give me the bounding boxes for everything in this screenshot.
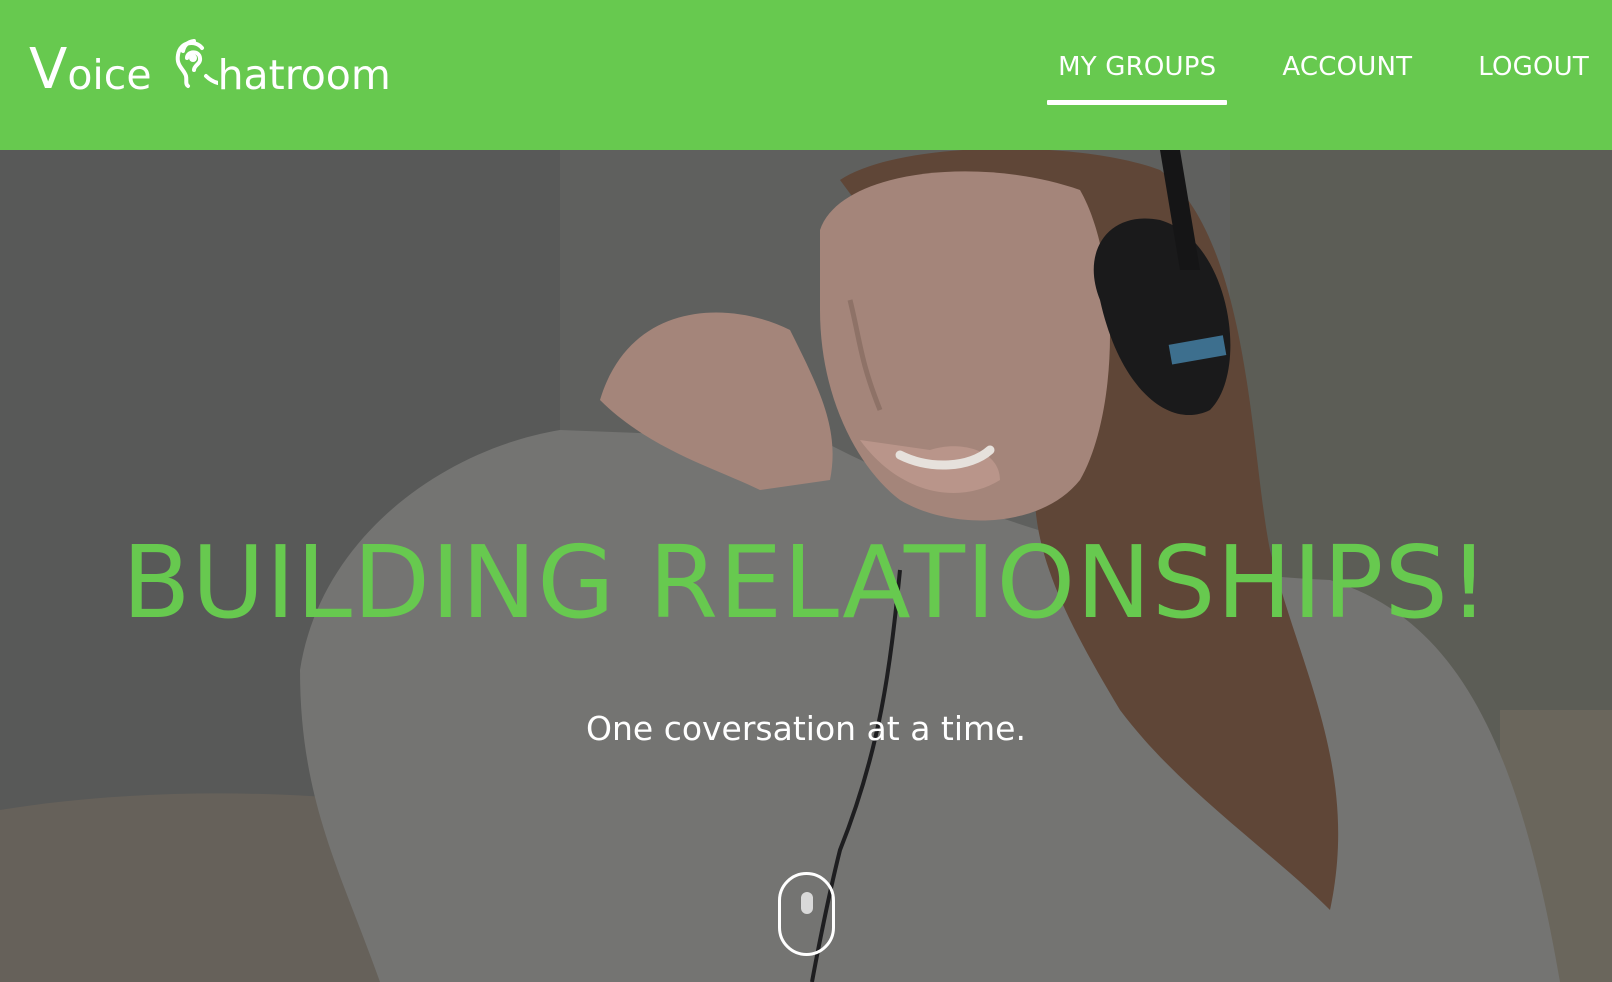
brand-logo[interactable]: V oice hatroom xyxy=(29,28,391,98)
brand-first-word-rest: oice xyxy=(67,51,152,99)
brand-second-word-rest: hatroom xyxy=(217,51,391,99)
brand-first-letter: V xyxy=(29,37,68,102)
ear-icon xyxy=(172,36,220,94)
nav-my-groups[interactable]: MY GROUPS xyxy=(1047,52,1228,105)
hero-subtitle: One coversation at a time. xyxy=(586,709,1026,748)
hero-section: BUILDING RELATIONSHIPS! One coversation … xyxy=(0,150,1612,982)
nav-account[interactable]: ACCOUNT xyxy=(1271,52,1423,105)
nav-logout[interactable]: LOGOUT xyxy=(1467,52,1600,105)
main-nav: MY GROUPS ACCOUNT LOGOUT xyxy=(1015,0,1612,150)
mouse-wheel xyxy=(800,892,813,914)
hero-title: BUILDING RELATIONSHIPS! xyxy=(121,524,1491,641)
top-header: V oice hatroom MY GROUPS ACCOUNT LOGOUT xyxy=(0,0,1612,150)
mouse-scroll-icon[interactable] xyxy=(778,872,835,956)
